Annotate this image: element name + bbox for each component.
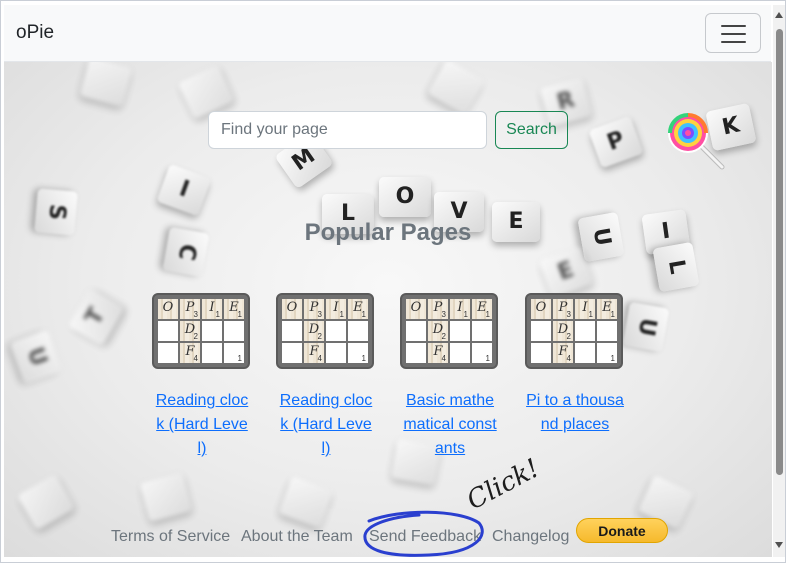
grid-cell — [224, 321, 244, 341]
grid-cell: I1 — [326, 299, 346, 319]
changelog-link[interactable]: Changelog — [492, 528, 569, 546]
navbar: oPie — [4, 5, 771, 62]
grid-cell: 1 — [472, 343, 492, 363]
vertical-scrollbar[interactable] — [773, 5, 785, 557]
grid-cell: O — [282, 299, 302, 319]
grid-cell: 1 — [224, 343, 244, 363]
grid-cell — [158, 343, 178, 363]
scroll-up-arrow-icon[interactable] — [775, 12, 783, 18]
grid-cell: P3 — [428, 299, 448, 319]
grid-cell: I1 — [450, 299, 470, 319]
grid-cell: D2 — [304, 321, 324, 341]
grid-cell — [575, 343, 595, 363]
card-thumbnail[interactable]: OP3I1E1 D2F4 1 — [276, 293, 374, 369]
scroll-down-arrow-icon[interactable] — [775, 542, 783, 548]
section-title: Popular Pages — [304, 219, 472, 246]
about-team-link[interactable]: About the Team — [241, 528, 353, 546]
grid-cell — [282, 343, 302, 363]
grid-cell: 1 — [597, 343, 617, 363]
grid-cell — [531, 343, 551, 363]
grid-cell: O — [158, 299, 178, 319]
card-thumbnail[interactable]: OP3I1E1 D2F4 1 — [525, 293, 623, 369]
svg-text:Click!: Click! — [467, 453, 545, 516]
grid-cell: D2 — [553, 321, 573, 341]
grid-cell: P3 — [304, 299, 324, 319]
grid-cell — [597, 321, 617, 341]
page-card: OP3I1E1D2F41 Basic mathematical constant… — [400, 293, 500, 461]
grid-cell — [450, 343, 470, 363]
grid-cell — [202, 343, 222, 363]
page-card: OP3I1E1 D2F4 1 Reading clock (Hard Level) — [152, 293, 252, 461]
grid-cell: F4 — [180, 343, 200, 363]
card-link[interactable]: Pi to a thousand places — [525, 389, 625, 437]
terms-of-service-link[interactable]: Terms of Service — [111, 528, 230, 546]
click-annotation: Click! — [467, 453, 545, 516]
page-card: OP3I1E1 D2F4 1 Pi to a thousand places — [525, 293, 625, 437]
page-card: OP3I1E1 D2F4 1 Reading clock (Hard Level) — [276, 293, 376, 461]
grid-cell: O — [531, 299, 551, 319]
card-link[interactable]: Reading clock (Hard Level) — [152, 389, 252, 461]
grid-cell: F4 — [428, 343, 448, 363]
grid-cell — [282, 321, 302, 341]
grid-cell: I1 — [202, 299, 222, 319]
grid-cell: 1 — [348, 343, 368, 363]
lollipop-icon[interactable] — [664, 109, 730, 175]
card-thumbnail[interactable]: OP3I1E1 D2F4 1 — [152, 293, 250, 369]
grid-cell — [450, 321, 470, 341]
grid-cell: P3 — [180, 299, 200, 319]
grid-cell — [406, 343, 426, 363]
grid-cell: O — [406, 299, 426, 319]
grid-cell — [326, 343, 346, 363]
grid-cell — [472, 321, 492, 341]
menu-toggle-button[interactable] — [705, 13, 761, 53]
search-button[interactable]: Search — [495, 111, 568, 149]
grid-cell — [326, 321, 346, 341]
grid-cell — [158, 321, 178, 341]
grid-cell: D2 — [180, 321, 200, 341]
brand-logo[interactable]: oPie — [16, 22, 54, 44]
donate-button[interactable]: Donate — [576, 518, 668, 543]
card-link[interactable]: Reading clock (Hard Level) — [276, 389, 376, 461]
grid-cell: P3 — [553, 299, 573, 319]
grid-cell: E1 — [597, 299, 617, 319]
grid-cell: E1 — [348, 299, 368, 319]
card-thumbnail[interactable]: OP3I1E1 D2F4 1 — [400, 293, 498, 369]
grid-cell: F4 — [553, 343, 573, 363]
scrollbar-thumb[interactable] — [776, 29, 783, 475]
browser-window: oPie I M L O V E P K S C U I L U T U E R — [0, 0, 786, 563]
grid-cell: E1 — [472, 299, 492, 319]
grid-cell — [531, 321, 551, 341]
search-input[interactable] — [208, 111, 487, 149]
grid-cell — [406, 321, 426, 341]
grid-cell — [202, 321, 222, 341]
grid-cell — [575, 321, 595, 341]
grid-cell: I1 — [575, 299, 595, 319]
grid-cell: F4 — [304, 343, 324, 363]
grid-cell: E1 — [224, 299, 244, 319]
grid-cell — [348, 321, 368, 341]
grid-cell: D2 — [428, 321, 448, 341]
